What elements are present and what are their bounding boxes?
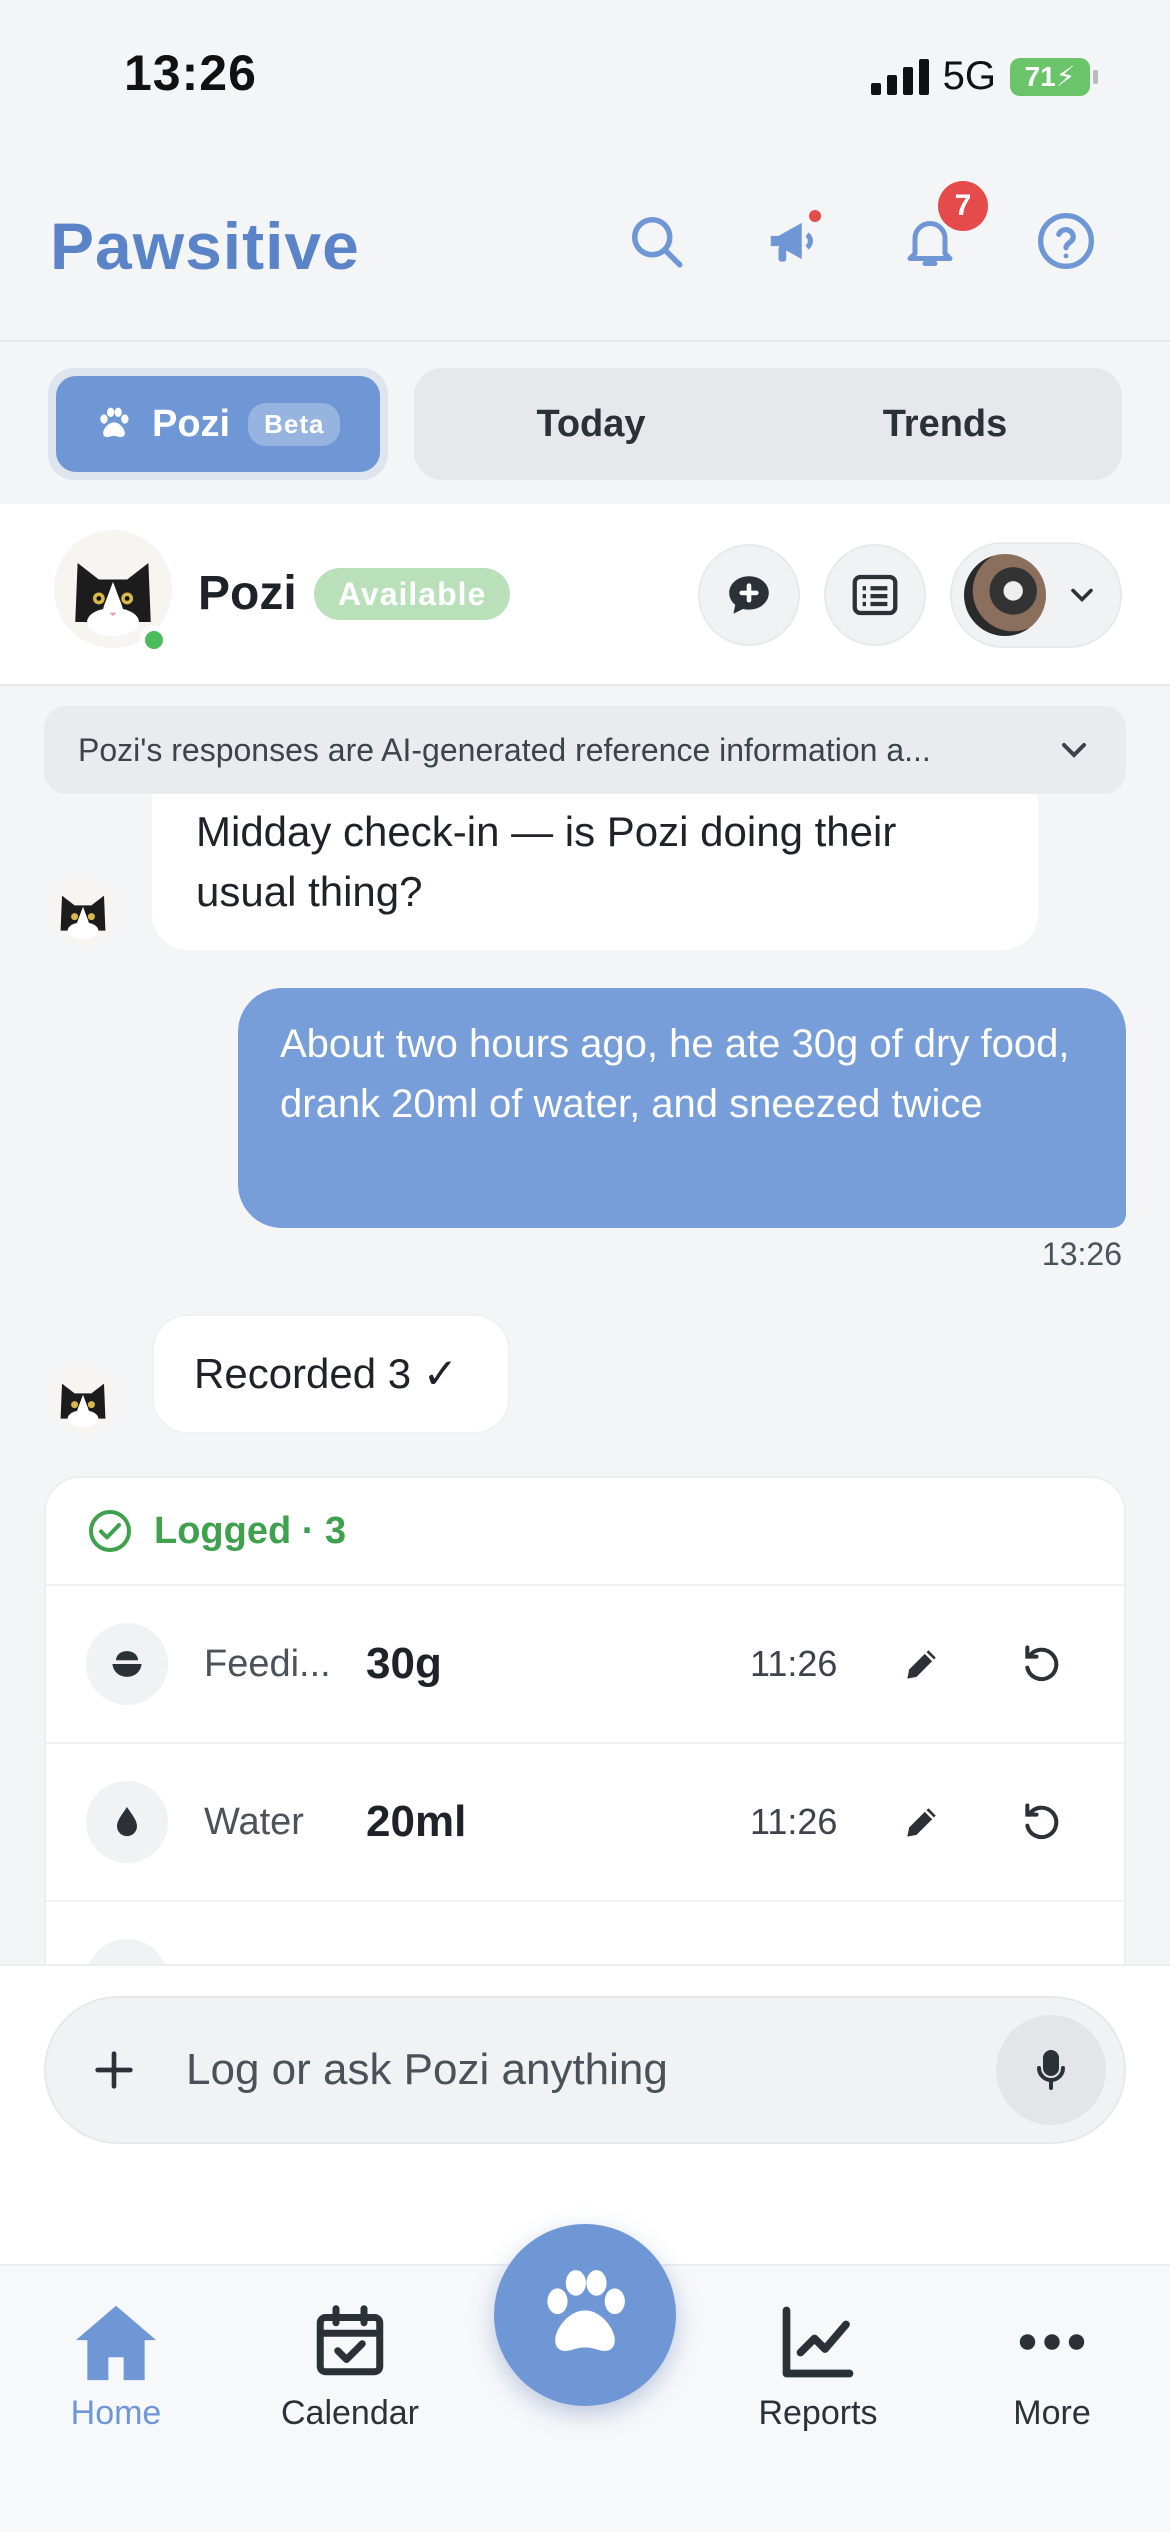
chat-plus-icon [729,576,769,614]
tab-pozi[interactable]: Pozi Beta [48,368,388,480]
bowl-icon [86,1623,168,1705]
log-value: 30g [366,1639,442,1688]
cat-face-icon [48,876,118,946]
availability-badge: Available [314,568,511,620]
chat-header-divider [0,684,1170,686]
pozi-avatar-small [48,876,118,946]
microphone-icon [1037,2050,1065,2090]
history-button[interactable] [824,544,926,646]
log-time: 11:26 [750,1801,838,1842]
logged-title: Logged · 3 [154,1509,347,1552]
composer-placeholder: Log or ask Pozi anything [186,2045,668,2094]
network-label: 5G [942,54,996,98]
composer-input[interactable]: Log or ask Pozi anything [44,1996,1126,2144]
chevron-down-icon [1062,743,1086,758]
undo-button[interactable] [1012,1792,1072,1852]
message-text: Recorded 3 ✓ [194,1350,458,1397]
tab-trends[interactable]: Trends [768,403,1122,446]
new-chat-button[interactable] [698,544,800,646]
nav-home[interactable]: Home [16,2300,216,2433]
home-icon [75,2305,157,2381]
log-value: 20ml [366,1797,467,1846]
pencil-icon [907,1650,936,1679]
message-pozi: Midday check-in — is Pozi doing their us… [152,794,1038,950]
chevron-down-icon [1071,588,1093,603]
pencil-icon [907,1808,936,1837]
header-divider [0,340,1170,342]
beta-badge: Beta [248,402,341,446]
check-circle-icon [89,1510,131,1552]
battery-icon: 71 ⚡ [1010,57,1098,96]
help-button[interactable] [1030,205,1102,277]
undo-icon [1025,1803,1059,1840]
nav-reports[interactable]: Reports [718,2300,918,2433]
status-indicators: 5G 71 ⚡ [870,54,1098,99]
notifications-button[interactable]: 7 [894,181,988,277]
message-user: About two hours ago, he ate 30g of dry f… [238,988,1126,1228]
pet-selector[interactable] [950,542,1122,648]
log-row[interactable]: Feedi... 30g 11:26 [46,1586,1124,1744]
pet-photo [964,554,1046,636]
paw-icon [547,2270,625,2352]
unread-dot [806,207,824,225]
plus-icon [95,2051,133,2089]
undo-icon [1025,1645,1059,1682]
message-text: About two hours ago, he ate 30g of dry f… [280,1022,1070,1126]
logged-header: Logged · 3 [46,1478,1124,1586]
notification-count-badge: 7 [938,181,988,231]
more-dots-icon [1019,2334,1085,2350]
nav-calendar[interactable]: Calendar [250,2300,450,2433]
nav-calendar-label: Calendar [281,2394,419,2432]
status-time: 13:26 [124,45,257,101]
voice-input-button[interactable] [996,2015,1106,2125]
ai-disclaimer[interactable]: Pozi's responses are AI-generated refere… [44,706,1126,794]
message-time: 13:26 [1041,1236,1122,1272]
app-brand: Pawsitive [50,209,360,283]
paw-action-button[interactable] [494,2224,676,2406]
nav-more-label: More [1013,2394,1091,2432]
undo-button[interactable] [1012,1634,1072,1694]
chart-line-icon [782,2306,854,2378]
tab-today[interactable]: Today [414,403,768,446]
edit-button[interactable] [892,1792,952,1852]
tab-group: Today Trends [414,368,1122,480]
message-pozi: Recorded 3 ✓ [152,1314,510,1434]
edit-button[interactable] [892,1634,952,1694]
online-indicator [140,626,168,654]
pozi-avatar-small [48,1364,118,1434]
cat-face-icon [48,1364,118,1434]
paw-icon [100,407,129,438]
tab-pozi-label: Pozi [152,402,231,445]
disclaimer-text: Pozi's responses are AI-generated refere… [78,731,931,768]
log-type: Water [204,1800,304,1843]
signal-icon [870,58,929,95]
log-time: 11:26 [750,1643,838,1684]
message-text: Midday check-in — is Pozi doing their us… [196,808,897,915]
calendar-check-icon [316,2305,384,2376]
announcements-button[interactable] [758,205,830,277]
search-icon [632,217,683,268]
log-type: Feedi... [204,1642,331,1685]
log-row[interactable]: Water 20ml 11:26 [46,1744,1124,1902]
nav-reports-label: Reports [758,2394,878,2432]
pozi-name: Pozi [198,567,297,620]
nav-more[interactable]: More [952,2300,1152,2433]
list-icon [852,574,898,616]
search-button[interactable] [620,205,692,277]
water-drop-icon [86,1781,168,1863]
nav-home-label: Home [70,2394,162,2432]
help-icon [1038,213,1094,269]
